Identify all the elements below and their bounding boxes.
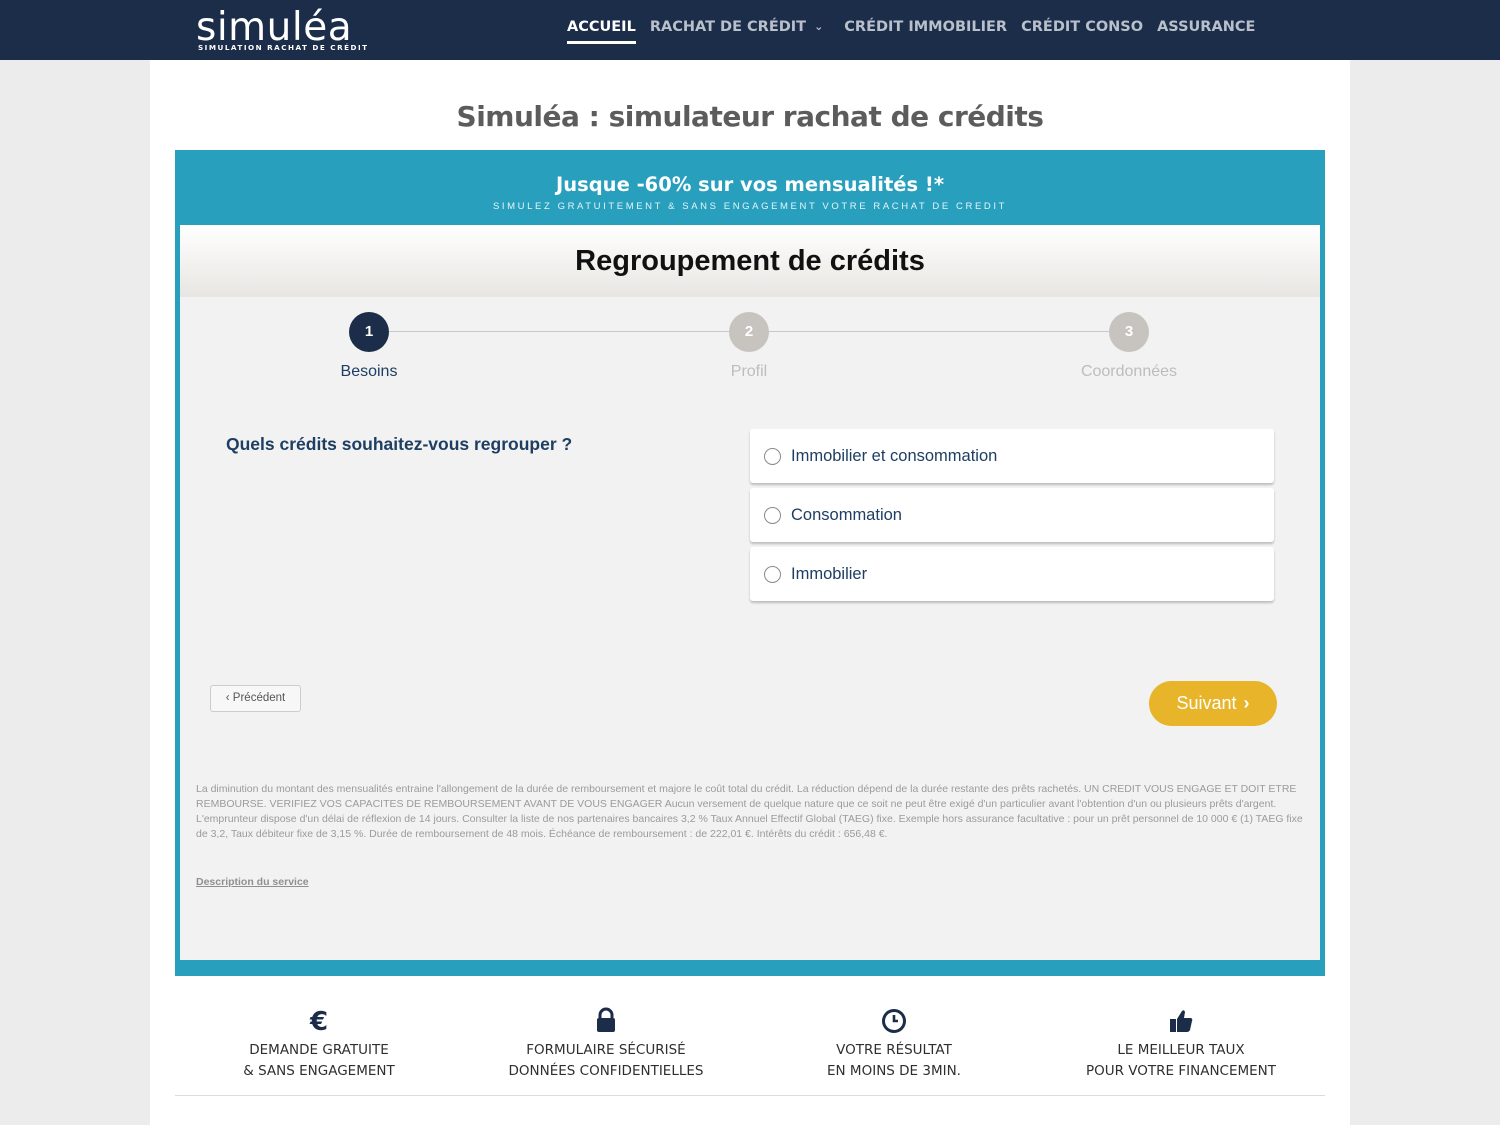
step-1-circle: 1 <box>349 312 389 352</box>
logo-tagline: SIMULATION RACHAT DE CRÉDIT <box>198 43 369 52</box>
feature-line-2: DONNÉES CONFIDENTIELLES <box>508 1063 704 1079</box>
feature-line-1: VOTRE RÉSULTAT <box>836 1042 952 1058</box>
option-label: Immobilier <box>791 565 868 583</box>
chevron-down-icon: ⌄ <box>814 20 824 33</box>
option-consommation[interactable]: Consommation <box>750 488 1274 542</box>
main-nav: ACCUEIL RACHAT DE CRÉDIT ⌄ CRÉDIT IMMOBIL… <box>567 19 1255 44</box>
simulator-frame: Jusque -60% sur vos mensualités !* SIMUL… <box>175 150 1325 976</box>
nav-item-credit-immobilier[interactable]: CRÉDIT IMMOBILIER <box>844 19 1007 43</box>
chevron-left-icon: ‹ <box>225 692 230 704</box>
radio-button[interactable] <box>764 448 781 465</box>
step-2-label: Profil <box>730 363 768 380</box>
previous-button[interactable]: ‹ Précédent <box>210 685 301 712</box>
option-immobilier-et-consommation[interactable]: Immobilier et consommation <box>750 429 1274 483</box>
question-label: Quels crédits souhaitez-vous regrouper ? <box>226 434 573 454</box>
nav-item-rachat-de-credit[interactable]: RACHAT DE CRÉDIT ⌄ <box>650 19 823 43</box>
feature-line-1: FORMULAIRE SÉCURISÉ <box>526 1042 686 1058</box>
logo-text: simuléa <box>196 5 353 50</box>
feature-free-request: € DEMANDE GRATUITE & SANS ENGAGEMENT <box>179 1006 459 1082</box>
feature-line-2: EN MOINS DE 3MIN. <box>827 1063 961 1079</box>
step-1-label: Besoins <box>340 363 398 380</box>
feature-line-1: DEMANDE GRATUITE <box>249 1042 389 1058</box>
logo[interactable]: simuléa SIMULATION RACHAT DE CRÉDIT <box>196 5 367 54</box>
nav-item-assurance[interactable]: ASSURANCE <box>1157 19 1255 43</box>
chevron-right-icon: › <box>1243 693 1250 713</box>
promo-subtitle: SIMULEZ GRATUITEMENT & SANS ENGAGEMENT V… <box>492 201 1007 212</box>
option-label: Immobilier et consommation <box>791 447 998 465</box>
euro-icon: € <box>309 1007 328 1034</box>
feature-fast-result: VOTRE RÉSULTAT EN MOINS DE 3MIN. <box>754 1006 1034 1082</box>
legal-disclaimer: La diminution du montant des mensualités… <box>196 783 1303 840</box>
simulator-form: Regroupement de crédits 1 2 3 Besoins Pr… <box>180 225 1320 960</box>
feature-line-1: LE MEILLEUR TAUX <box>1117 1042 1245 1058</box>
thumbs-up-icon <box>1170 1010 1193 1032</box>
feature-line-2: & SANS ENGAGEMENT <box>243 1063 395 1079</box>
feature-line-2: POUR VOTRE FINANCEMENT <box>1085 1063 1277 1079</box>
radio-button[interactable] <box>764 507 781 524</box>
previous-button-label: Précédent <box>232 692 286 704</box>
step-connector <box>769 331 1110 332</box>
page-title: Simuléa : simulateur rachat de crédits <box>456 100 1044 133</box>
option-label: Consommation <box>791 506 902 524</box>
option-immobilier[interactable]: Immobilier <box>750 547 1274 601</box>
top-navbar: simuléa SIMULATION RACHAT DE CRÉDIT ACCU… <box>0 0 1500 60</box>
radio-button[interactable] <box>764 566 781 583</box>
form-header: Regroupement de crédits <box>180 225 1320 297</box>
nav-item-accueil[interactable]: ACCUEIL <box>567 19 636 44</box>
step-connector <box>389 331 730 332</box>
svg-text:€: € <box>309 1007 328 1034</box>
lock-icon <box>597 1007 615 1032</box>
step-3-circle: 3 <box>1109 312 1149 352</box>
next-button-label: Suivant <box>1176 693 1237 713</box>
promo-title: Jusque -60% sur vos mensualités !* <box>555 173 945 196</box>
divider <box>175 1095 1325 1096</box>
nav-item-label: RACHAT DE CRÉDIT <box>649 19 807 35</box>
feature-secure-form: FORMULAIRE SÉCURISÉ DONNÉES CONFIDENTIEL… <box>466 1006 746 1082</box>
nav-item-credit-conso[interactable]: CRÉDIT CONSO <box>1021 19 1143 43</box>
feature-best-rate: LE MEILLEUR TAUX POUR VOTRE FINANCEMENT <box>1041 1006 1321 1082</box>
service-description-link[interactable]: Description du service <box>196 876 309 888</box>
next-button[interactable]: Suivant › <box>1149 681 1277 726</box>
step-2-circle: 2 <box>729 312 769 352</box>
clock-icon <box>882 1009 906 1033</box>
step-3-label: Coordonnées <box>1080 363 1178 380</box>
form-title: Regroupement de crédits <box>575 245 925 277</box>
